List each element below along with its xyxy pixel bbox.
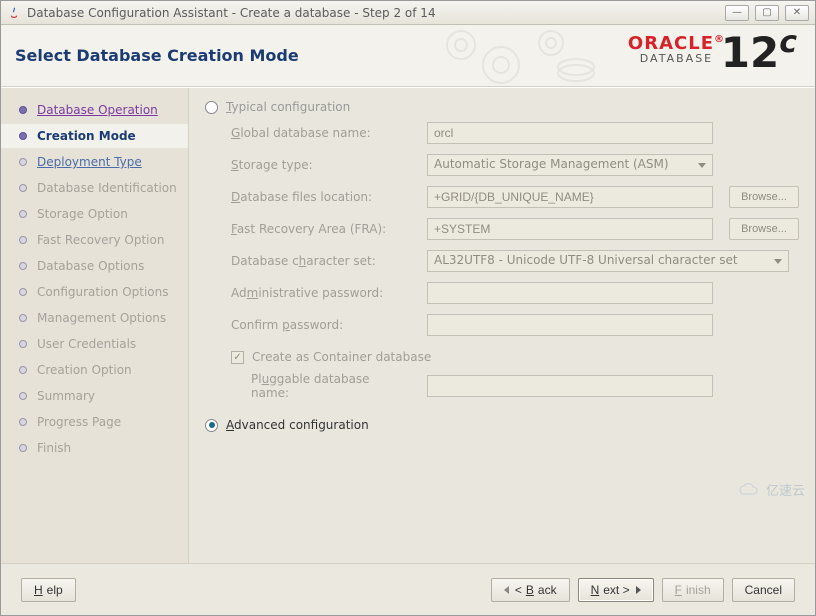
nav-step-label: Management Options xyxy=(37,311,166,325)
step-bullet-icon xyxy=(19,392,27,400)
container-db-label: Create as Container database xyxy=(252,350,431,364)
nav-step-2: Creation Mode xyxy=(1,124,188,148)
nav-step-label: Fast Recovery Option xyxy=(37,233,164,247)
nav-step-label: Database Options xyxy=(37,259,144,273)
cloud-icon xyxy=(738,482,762,498)
charset-select: AL32UTF8 - Unicode UTF-8 Universal chara… xyxy=(427,250,789,272)
step-bullet-icon xyxy=(19,132,27,140)
nav-step-label: Finish xyxy=(37,441,71,455)
confirm-password-label: Confirm password: xyxy=(231,318,411,332)
nav-step-label: User Credentials xyxy=(37,337,136,351)
nav-step-12: Summary xyxy=(1,384,188,408)
close-button[interactable]: ✕ xyxy=(785,5,809,21)
radio-icon xyxy=(205,101,218,114)
db-files-browse-button: Browse... xyxy=(729,186,799,208)
step-bullet-icon xyxy=(19,288,27,296)
nav-step-label: Deployment Type xyxy=(37,155,142,169)
java-icon xyxy=(7,6,21,20)
page-title: Select Database Creation Mode xyxy=(15,46,299,65)
nav-step-13: Progress Page xyxy=(1,410,188,434)
step-bullet-icon xyxy=(19,106,27,114)
step-bullet-icon xyxy=(19,444,27,452)
nav-step-3[interactable]: Deployment Type xyxy=(1,150,188,174)
finish-button: Finish xyxy=(662,578,724,602)
nav-step-5: Storage Option xyxy=(1,202,188,226)
container-db-checkbox: ✓ xyxy=(231,351,244,364)
storage-type-select: Automatic Storage Management (ASM) xyxy=(427,154,713,176)
wizard-footer: Help < Back Next > Finish Cancel xyxy=(1,563,815,615)
confirm-password-input xyxy=(427,314,713,336)
gears-decoration-icon xyxy=(431,25,601,87)
back-button[interactable]: < Back xyxy=(491,578,570,602)
nav-step-11: Creation Option xyxy=(1,358,188,382)
oracle-brand-bottom: DATABASE xyxy=(628,53,725,64)
nav-step-8: Configuration Options xyxy=(1,280,188,304)
advanced-configuration-label: Advanced configuration xyxy=(226,418,369,432)
nav-step-label: Creation Mode xyxy=(37,129,136,143)
fra-input xyxy=(427,218,713,240)
oracle-brand-top: ORACLE® xyxy=(628,35,725,53)
container-db-row: ✓ Create as Container database xyxy=(231,350,799,364)
wizard-header: Select Database Creation Mode ORACLE® DA… xyxy=(1,25,815,87)
nav-step-4: Database Identification xyxy=(1,176,188,200)
content-area: Database Operation Creation Mode Deploymen… xyxy=(1,87,815,563)
storage-type-label: Storage type: xyxy=(231,158,411,172)
main-panel: Typical configuration Global database na… xyxy=(189,88,815,563)
global-db-name-label: Global database name: xyxy=(231,126,411,140)
help-button[interactable]: Help xyxy=(21,578,76,602)
wizard-nav: Database Operation Creation Mode Deploymen… xyxy=(1,88,189,563)
step-bullet-icon xyxy=(19,184,27,192)
nav-step-label: Configuration Options xyxy=(37,285,169,299)
charset-label: Database character set: xyxy=(231,254,411,268)
pluggable-db-label: Pluggable database name: xyxy=(251,372,411,400)
nav-step-6: Fast Recovery Option xyxy=(1,228,188,252)
step-bullet-icon xyxy=(19,314,27,322)
step-bullet-icon xyxy=(19,366,27,374)
typical-configuration-label: Typical configuration xyxy=(226,100,350,114)
cancel-button[interactable]: Cancel xyxy=(732,578,795,602)
nav-step-14: Finish xyxy=(1,436,188,460)
step-bullet-icon xyxy=(19,262,27,270)
step-bullet-icon xyxy=(19,418,27,426)
nav-step-label: Database Identification xyxy=(37,181,177,195)
pluggable-row: Pluggable database name: xyxy=(251,372,799,400)
admin-password-input xyxy=(427,282,713,304)
nav-step-1[interactable]: Database Operation xyxy=(1,98,188,122)
window-title: Database Configuration Assistant - Creat… xyxy=(27,6,719,20)
minimize-button[interactable]: — xyxy=(725,5,749,21)
oracle-logo: ORACLE® DATABASE xyxy=(628,35,725,64)
nav-step-label: Database Operation xyxy=(37,103,158,117)
typical-configuration-radio-row[interactable]: Typical configuration xyxy=(205,100,799,114)
maximize-button[interactable]: ▢ xyxy=(755,5,779,21)
app-window: Database Configuration Assistant - Creat… xyxy=(0,0,816,616)
next-button[interactable]: Next > xyxy=(578,578,654,602)
global-db-name-input xyxy=(427,122,713,144)
oracle-version: 12c xyxy=(721,25,797,77)
pluggable-db-input xyxy=(427,375,713,397)
db-files-location-input xyxy=(427,186,713,208)
step-bullet-icon xyxy=(19,236,27,244)
titlebar: Database Configuration Assistant - Creat… xyxy=(1,1,815,25)
nav-step-label: Storage Option xyxy=(37,207,128,221)
db-files-location-label: Database files location: xyxy=(231,190,411,204)
nav-step-label: Summary xyxy=(37,389,95,403)
typical-form: Global database name: Storage type: Auto… xyxy=(231,122,799,336)
window-controls: — ▢ ✕ xyxy=(725,5,809,21)
advanced-configuration-radio-row[interactable]: Advanced configuration xyxy=(205,418,799,432)
step-bullet-icon xyxy=(19,340,27,348)
nav-step-7: Database Options xyxy=(1,254,188,278)
step-bullet-icon xyxy=(19,158,27,166)
step-bullet-icon xyxy=(19,210,27,218)
fra-browse-button: Browse... xyxy=(729,218,799,240)
nav-step-label: Creation Option xyxy=(37,363,132,377)
nav-step-10: User Credentials xyxy=(1,332,188,356)
nav-step-label: Progress Page xyxy=(37,415,121,429)
watermark: 亿速云 xyxy=(738,480,805,499)
radio-icon xyxy=(205,419,218,432)
fra-label: Fast Recovery Area (FRA): xyxy=(231,222,411,236)
nav-step-9: Management Options xyxy=(1,306,188,330)
admin-password-label: Administrative password: xyxy=(231,286,411,300)
